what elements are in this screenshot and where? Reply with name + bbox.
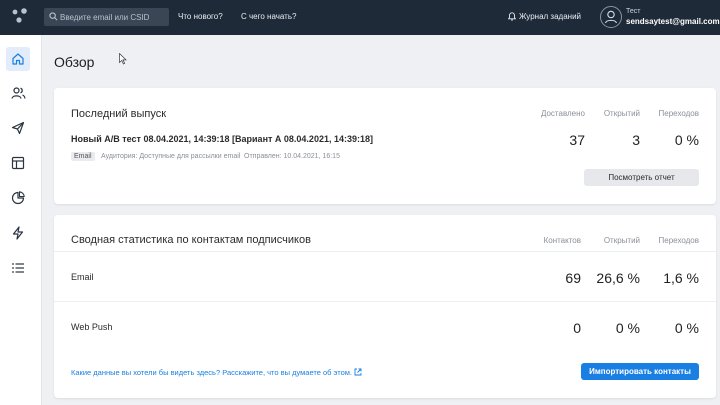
search-box[interactable]: [44, 8, 169, 26]
top-bar: Что нового? С чего начать? Журнал задани…: [0, 0, 720, 35]
sidebar-item-contacts[interactable]: [6, 81, 30, 105]
lightning-icon: [12, 226, 24, 240]
release-audience: Аудитория: Доступные для рассылки email: [101, 153, 241, 160]
sidebar: [0, 35, 42, 405]
sidebar-item-lists[interactable]: [6, 256, 30, 280]
col-contacts: Контактов: [543, 236, 581, 245]
home-icon: [12, 53, 24, 65]
col-delivered: Доставлено: [540, 109, 585, 118]
feedback-link-text[interactable]: Какие данные вы хотели бы видеть здесь? …: [71, 368, 352, 377]
mouse-cursor-icon: [119, 53, 127, 65]
divider: [54, 301, 716, 302]
col-opened: Открытий: [603, 236, 640, 245]
sidebar-item-automation[interactable]: [6, 221, 30, 245]
pie-chart-icon: [11, 191, 25, 205]
search-icon: [49, 12, 58, 21]
feedback-link[interactable]: Какие данные вы хотели бы видеть здесь? …: [71, 368, 362, 377]
import-contacts-button[interactable]: Импортировать контакты: [581, 363, 699, 380]
sidebar-item-analytics[interactable]: [6, 186, 30, 210]
release-sent-date: Отправлен: 10.04.2021, 16:15: [244, 153, 340, 160]
delivered-value: 37: [569, 132, 585, 148]
external-link-icon: [354, 368, 362, 376]
row-label-email: Email: [71, 272, 94, 282]
users-icon: [10, 87, 26, 99]
row-label-web-push: Web Push: [71, 322, 113, 332]
channel-badge: Email: [71, 152, 95, 161]
last-release-title: Последний выпуск: [71, 108, 167, 120]
page-title: Обзор: [54, 54, 95, 70]
divider: [54, 251, 716, 252]
webpush-contacts-value: 0: [573, 320, 581, 336]
user-email[interactable]: sendsaytest@gmail.com: [626, 17, 720, 26]
user-icon: [604, 10, 618, 24]
contacts-stats-card: Сводная статистика по контактам подписчи…: [54, 215, 716, 398]
email-clicks-value: 1,6 %: [663, 270, 699, 286]
send-icon: [11, 121, 25, 135]
bell-icon: [508, 12, 516, 21]
release-name-link[interactable]: Новый А/В тест 08.04.2021, 14:39:18 [Вар…: [71, 134, 373, 144]
tasks-label: Журнал заданий: [519, 12, 582, 21]
tasks-log-link[interactable]: Журнал заданий: [508, 12, 581, 21]
col-clicks: Переходов: [658, 109, 699, 118]
view-report-button[interactable]: Посмотреть отчет: [584, 169, 699, 186]
last-release-card: Последний выпуск Доставлено Открытий Пер…: [54, 88, 716, 204]
email-contacts-value: 69: [565, 270, 581, 286]
col-clicks: Переходов: [658, 236, 699, 245]
logo-icon[interactable]: [10, 6, 30, 26]
user-name[interactable]: Тест: [626, 8, 640, 15]
webpush-opened-value: 0 %: [615, 320, 640, 336]
col-opened: Открытий: [603, 109, 640, 118]
sidebar-item-overview[interactable]: [6, 47, 30, 71]
list-icon: [12, 263, 24, 273]
webpush-clicks-value: 0 %: [674, 320, 699, 336]
sidebar-item-campaigns[interactable]: [6, 116, 30, 140]
layout-icon: [11, 156, 25, 170]
sidebar-item-templates[interactable]: [6, 151, 30, 175]
opened-value: 3: [632, 132, 640, 148]
getting-started-link[interactable]: С чего начать?: [241, 12, 296, 21]
email-opened-value: 26,6 %: [596, 270, 640, 286]
contacts-stats-title: Сводная статистика по контактам подписчи…: [71, 234, 311, 246]
avatar[interactable]: [600, 6, 622, 28]
search-input[interactable]: [60, 8, 168, 26]
whats-new-link[interactable]: Что нового?: [178, 12, 223, 21]
clicks-value: 0 %: [674, 132, 699, 148]
